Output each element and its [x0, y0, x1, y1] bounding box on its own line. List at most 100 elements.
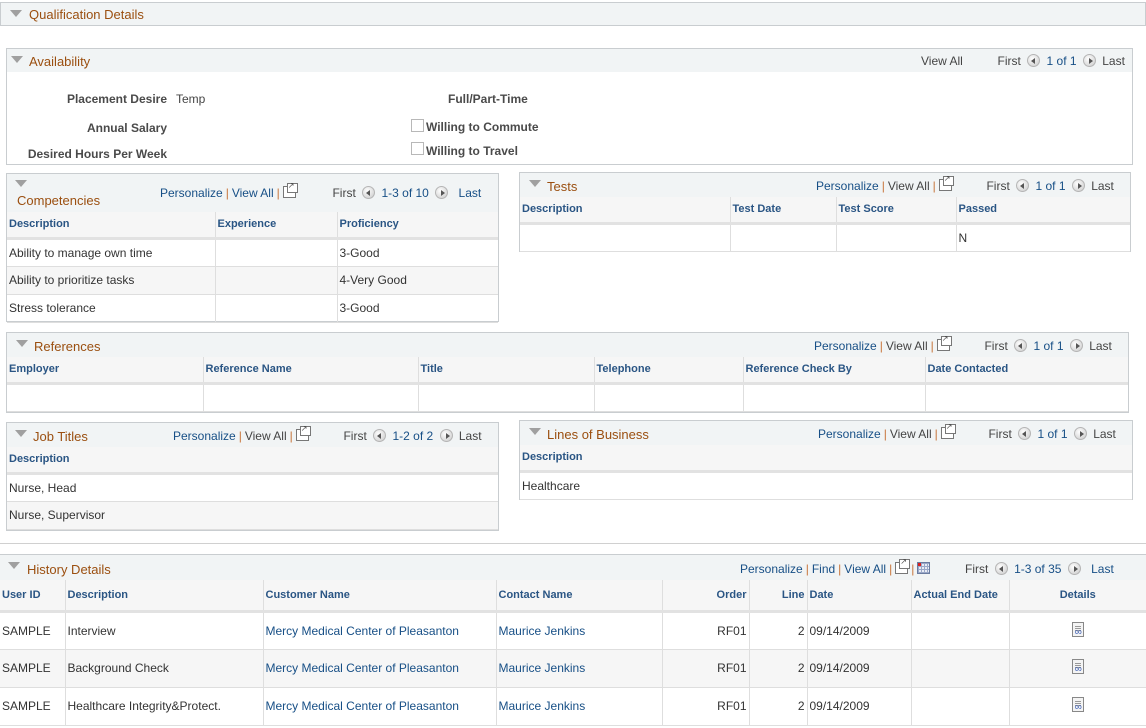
column-header[interactable]: User ID: [0, 580, 66, 613]
new-window-icon[interactable]: [295, 424, 311, 441]
willing-to-commute-checkbox[interactable]: [411, 119, 424, 132]
next-icon[interactable]: [1071, 179, 1085, 192]
details-icon[interactable]: [1071, 659, 1084, 675]
column-header[interactable]: Description: [7, 447, 498, 475]
new-window-icon[interactable]: [938, 174, 954, 191]
download-spreadsheet-icon[interactable]: [917, 562, 931, 574]
view-all-link[interactable]: View All: [888, 179, 930, 193]
view-all-link[interactable]: View All: [886, 339, 928, 353]
lines-of-business-nav: Personalize|View All| First 1 of 1 Last: [818, 422, 1116, 441]
previous-icon[interactable]: [1014, 339, 1028, 352]
availability-nav: View All First 1 of 1 Last: [921, 54, 1125, 68]
user-id-cell: SAMPLE: [0, 687, 66, 726]
customer-name-link[interactable]: Mercy Medical Center of Pleasanton: [263, 611, 497, 650]
last-link[interactable]: Last: [1093, 427, 1116, 441]
previous-icon[interactable]: [994, 562, 1008, 575]
column-header[interactable]: Telephone: [594, 357, 744, 385]
qualification-details-header[interactable]: Qualification Details: [0, 2, 1146, 26]
details-icon[interactable]: [1071, 621, 1084, 638]
previous-icon[interactable]: [1016, 179, 1030, 192]
view-all-link[interactable]: View All: [232, 186, 274, 200]
new-window-icon[interactable]: [936, 334, 952, 351]
column-header[interactable]: Experience: [215, 212, 338, 240]
column-header[interactable]: Description: [65, 580, 264, 613]
column-header[interactable]: Passed: [956, 197, 1130, 225]
personalize-link[interactable]: Personalize: [173, 429, 236, 443]
new-window-icon[interactable]: [940, 422, 956, 439]
column-header[interactable]: Contact Name: [496, 580, 663, 613]
personalize-link[interactable]: Personalize: [814, 339, 877, 353]
customer-name-link[interactable]: Mercy Medical Center of Pleasanton: [263, 649, 497, 688]
date-cell: 09/14/2009: [807, 649, 912, 688]
column-header[interactable]: Customer Name: [263, 580, 497, 613]
desired-hours-label: Desired Hours Per Week: [27, 147, 167, 161]
next-icon[interactable]: [439, 429, 453, 442]
contact-name-link[interactable]: Maurice Jenkins: [496, 649, 663, 688]
collapse-icon[interactable]: [11, 56, 23, 63]
willing-to-travel-checkbox[interactable]: [411, 142, 424, 155]
column-header[interactable]: Order: [662, 580, 750, 613]
column-header[interactable]: Reference Name: [203, 357, 419, 385]
next-icon[interactable]: [435, 186, 449, 199]
collapse-icon[interactable]: [10, 10, 22, 17]
column-header[interactable]: Test Date: [730, 197, 837, 225]
column-header[interactable]: Title: [418, 357, 595, 385]
column-header[interactable]: Date: [807, 580, 912, 613]
view-all-link[interactable]: View All: [844, 562, 886, 576]
previous-icon[interactable]: [362, 186, 376, 199]
contact-name-link[interactable]: Maurice Jenkins: [496, 611, 663, 650]
collapse-icon[interactable]: [16, 340, 28, 347]
first-link[interactable]: First: [984, 339, 1007, 353]
column-header[interactable]: Test Score: [836, 197, 957, 225]
previous-icon[interactable]: [1027, 54, 1041, 67]
collapse-icon[interactable]: [8, 562, 20, 569]
personalize-link[interactable]: Personalize: [160, 186, 223, 200]
column-header[interactable]: Proficiency: [337, 212, 498, 240]
column-header[interactable]: Actual End Date: [911, 580, 1010, 613]
column-header[interactable]: Reference Check By: [743, 357, 926, 385]
details-icon[interactable]: [1071, 697, 1084, 713]
last-link[interactable]: Last: [1089, 339, 1112, 353]
previous-icon[interactable]: [373, 429, 387, 442]
first-link[interactable]: First: [332, 186, 355, 200]
view-all-link[interactable]: View All: [245, 429, 287, 443]
contact-name-link[interactable]: Maurice Jenkins: [496, 687, 663, 726]
personalize-link[interactable]: Personalize: [816, 179, 879, 193]
new-window-icon[interactable]: [282, 181, 298, 198]
column-header[interactable]: Date Contacted: [925, 357, 1128, 385]
last-link[interactable]: Last: [1091, 562, 1114, 576]
cell: Stress tolerance: [7, 294, 216, 323]
new-window-icon[interactable]: [895, 557, 911, 574]
view-all-link[interactable]: View All: [890, 427, 932, 441]
view-all-link[interactable]: View All: [921, 54, 963, 68]
last-link[interactable]: Last: [459, 429, 482, 443]
collapse-icon[interactable]: [529, 180, 541, 187]
collapse-icon[interactable]: [529, 428, 541, 435]
column-header[interactable]: Description: [520, 197, 731, 225]
customer-name-link[interactable]: Mercy Medical Center of Pleasanton: [263, 687, 497, 726]
first-link[interactable]: First: [965, 562, 988, 576]
first-link[interactable]: First: [998, 54, 1021, 68]
first-link[interactable]: First: [986, 179, 1009, 193]
column-header[interactable]: Employer: [7, 357, 204, 385]
column-header[interactable]: Line: [749, 580, 808, 613]
last-link[interactable]: Last: [459, 186, 482, 200]
first-link[interactable]: First: [988, 427, 1011, 441]
column-header[interactable]: Details: [1009, 580, 1146, 613]
next-icon[interactable]: [1067, 562, 1081, 575]
next-icon[interactable]: [1069, 339, 1083, 352]
collapse-icon[interactable]: [15, 430, 27, 437]
previous-icon[interactable]: [1018, 427, 1032, 440]
column-header[interactable]: Description: [7, 212, 216, 240]
find-link[interactable]: Find: [812, 562, 835, 576]
next-icon[interactable]: [1073, 427, 1087, 440]
personalize-link[interactable]: Personalize: [740, 562, 803, 576]
cell: [520, 223, 731, 252]
column-header[interactable]: Description: [520, 445, 1132, 473]
personalize-link[interactable]: Personalize: [818, 427, 881, 441]
next-icon[interactable]: [1082, 54, 1096, 67]
last-link[interactable]: Last: [1102, 54, 1125, 68]
collapse-icon[interactable]: [15, 180, 27, 187]
last-link[interactable]: Last: [1091, 179, 1114, 193]
first-link[interactable]: First: [343, 429, 366, 443]
